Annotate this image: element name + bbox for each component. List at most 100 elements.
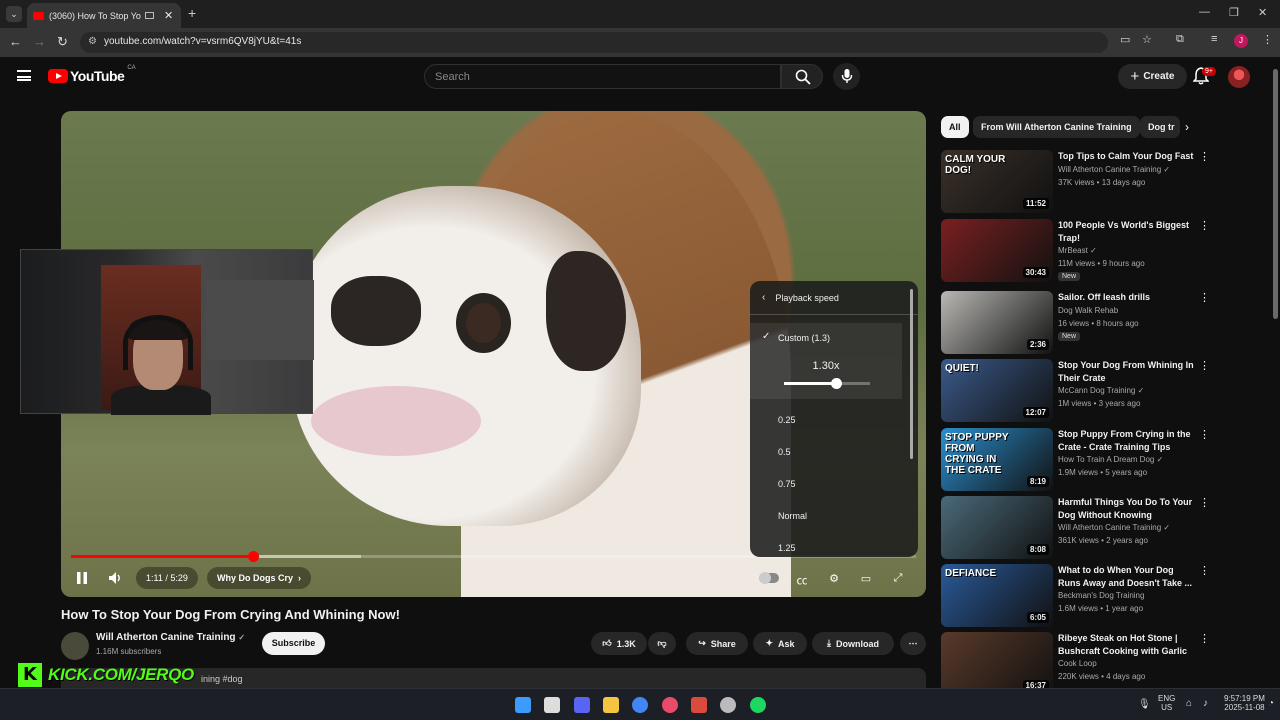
start-icon[interactable]	[515, 697, 531, 713]
search-icon[interactable]	[544, 697, 560, 713]
chapter-button[interactable]: Why Do Dogs Cry ›	[207, 567, 312, 589]
recommended-title[interactable]: Top Tips to Calm Your Dog Fast	[1058, 150, 1196, 163]
video-thumbnail[interactable]: 2:36	[941, 291, 1053, 354]
recommended-video[interactable]: DEFIANCE 6:05 What to do When Your Dog Run…	[941, 564, 1221, 628]
tab-close-icon[interactable]: ✕	[164, 9, 173, 22]
like-button[interactable]: 👍︎ 1.3K	[591, 632, 647, 655]
recommended-video[interactable]: 2:36 Sailor. Off leash drills Dog Walk Reh…	[941, 291, 1221, 355]
recommended-video[interactable]: STOP PUPPY FROM CRYING IN THE CRATE 8:19 S…	[941, 428, 1221, 492]
recommended-channel[interactable]: How To Train A Dream Dog ✓	[1058, 455, 1163, 464]
subscribe-button[interactable]: Subscribe	[262, 632, 325, 655]
volume-tray-icon[interactable]: ♪	[1203, 698, 1208, 709]
more-vertical-icon[interactable]: ⋮	[1199, 633, 1210, 645]
microphone-tray-icon[interactable]: 🎙︎	[1138, 699, 1151, 710]
video-thumbnail[interactable]: DEFIANCE 6:05	[941, 564, 1053, 627]
media-app-icon[interactable]	[691, 697, 707, 713]
more-vertical-icon[interactable]: ⋮	[1199, 360, 1210, 372]
site-info-icon[interactable]: ⚙	[88, 36, 100, 48]
recommended-title[interactable]: Sailor. Off leash drills	[1058, 291, 1196, 304]
settings-gear-icon[interactable]: ⚙	[826, 572, 842, 585]
video-thumbnail[interactable]: QUIET! 12:07	[941, 359, 1053, 422]
recommended-title[interactable]: Stop Your Dog From Whining In Their Crat…	[1058, 359, 1196, 385]
video-thumbnail[interactable]: CALM YOUR DOG! 11:52	[941, 150, 1053, 213]
more-vertical-icon[interactable]: ⋮	[1199, 220, 1210, 232]
fullscreen-icon[interactable]: ⤢	[890, 572, 906, 585]
spotify-icon[interactable]	[750, 697, 766, 713]
recommended-channel[interactable]: Beckman's Dog Training	[1058, 591, 1144, 600]
language-indicator[interactable]: ENG US	[1158, 694, 1175, 712]
forward-arrow-icon[interactable]: →	[33, 34, 46, 49]
ask-button[interactable]: ✦ Ask	[753, 632, 807, 655]
browser-menu-icon[interactable]: ⋮	[1262, 33, 1273, 46]
chevron-left-icon[interactable]: ‹	[762, 292, 765, 303]
menu-icon[interactable]	[17, 70, 31, 81]
chip-all[interactable]: All	[941, 116, 969, 138]
speed-menu-header[interactable]: ‹ Playback speed	[750, 281, 918, 315]
recommended-video[interactable]: 30:43 100 People Vs World's Biggest Trap!…	[941, 219, 1221, 283]
speed-option[interactable]: Normal	[778, 511, 807, 521]
dislike-button[interactable]: 👎︎	[648, 632, 676, 655]
channel-name[interactable]: Will Atherton Canine Training ✓	[96, 632, 245, 643]
clock[interactable]: 9:57:19 PM 2025-11-08	[1224, 694, 1265, 712]
chrome-profile-icon[interactable]	[662, 697, 678, 713]
recommended-channel[interactable]: Will Atherton Canine Training ✓	[1058, 165, 1170, 174]
new-tab-button[interactable]: +	[188, 5, 196, 21]
extensions-icon[interactable]: ⧉	[1176, 33, 1184, 46]
speed-option[interactable]: 0.5	[778, 447, 791, 457]
recommended-channel[interactable]: MrBeast ✓	[1058, 246, 1097, 255]
close-window-button[interactable]: ✕	[1258, 6, 1267, 19]
obs-icon[interactable]	[720, 697, 736, 713]
recommended-title[interactable]: 100 People Vs World's Biggest Trap!	[1058, 219, 1196, 245]
more-vertical-icon[interactable]: ⋮	[1199, 497, 1210, 509]
chevron-right-icon[interactable]: ›	[1185, 120, 1189, 134]
recommended-video[interactable]: CALM YOUR DOG! 11:52 Top Tips to Calm Your…	[941, 150, 1221, 214]
speed-slider[interactable]	[784, 378, 870, 389]
chrome-icon[interactable]	[632, 697, 648, 713]
video-thumbnail[interactable]: 8:08	[941, 496, 1053, 559]
more-actions-button[interactable]: ⋯	[900, 632, 926, 655]
search-input[interactable]: Search	[424, 64, 781, 89]
scrubber-handle[interactable]	[248, 551, 260, 562]
volume-icon[interactable]	[108, 571, 124, 585]
back-arrow-icon[interactable]: ←	[9, 34, 22, 49]
video-thumbnail[interactable]: STOP PUPPY FROM CRYING IN THE CRATE 8:19	[941, 428, 1053, 491]
address-bar[interactable]: ⚙ youtube.com/watch?v=vsrm6QV8jYU&t=41s	[80, 32, 1108, 53]
account-avatar[interactable]	[1228, 66, 1250, 88]
more-vertical-icon[interactable]: ⋮	[1199, 151, 1210, 163]
more-vertical-icon[interactable]: ⋮	[1199, 565, 1210, 577]
speed-menu-scrollbar[interactable]	[910, 289, 913, 459]
chip-dog-training[interactable]: Dog tr	[1140, 116, 1180, 138]
recommended-video[interactable]: 16:37 Ribeye Steak on Hot Stone | Bushcra…	[941, 632, 1221, 696]
create-button[interactable]: + Create	[1118, 64, 1187, 89]
download-button[interactable]: ⤓ Download	[812, 632, 894, 655]
recommended-title[interactable]: What to do When Your Dog Runs Away and D…	[1058, 564, 1196, 590]
miniplayer-icon[interactable]: ▭	[858, 572, 874, 585]
recommended-video[interactable]: QUIET! 12:07 Stop Your Dog From Whining In…	[941, 359, 1221, 423]
search-button[interactable]	[781, 64, 823, 89]
speed-option[interactable]: 1.25	[778, 543, 796, 553]
recommended-title[interactable]: Stop Puppy From Crying in the Crate - Cr…	[1058, 428, 1196, 454]
chip-from-channel[interactable]: From Will Atherton Canine Training	[973, 116, 1140, 138]
pause-icon[interactable]	[76, 571, 88, 585]
reload-icon[interactable]: ↻	[57, 34, 68, 50]
page-scrollbar[interactable]	[1270, 57, 1280, 688]
scrollbar-thumb[interactable]	[1273, 69, 1278, 319]
recommended-title[interactable]: Ribeye Steak on Hot Stone | Bushcraft Co…	[1058, 632, 1196, 659]
share-button[interactable]: ↪ Share	[686, 632, 748, 655]
notification-center-icon[interactable]: ◔	[1268, 698, 1274, 709]
recommended-channel[interactable]: Will Atherton Canine Training ✓	[1058, 523, 1170, 532]
recommended-title[interactable]: Harmful Things You Do To Your Dog Withou…	[1058, 496, 1196, 522]
custom-speed-option[interactable]: ✓ Custom (1.3) 1.30x	[750, 323, 902, 399]
bookmark-star-icon[interactable]: ☆	[1142, 33, 1152, 46]
recommended-channel[interactable]: Dog Walk Rehab	[1058, 306, 1118, 315]
autoplay-toggle[interactable]	[759, 572, 779, 584]
file-explorer-icon[interactable]	[603, 697, 619, 713]
browser-tab[interactable]: (3060) How To Stop Your Do ✕	[27, 3, 181, 28]
voice-search-button[interactable]	[833, 63, 860, 90]
minimize-button[interactable]: —	[1199, 6, 1210, 18]
speed-option[interactable]: 0.25	[778, 415, 796, 425]
captions-icon[interactable]: ㏄	[794, 572, 810, 588]
video-thumbnail[interactable]: 30:43	[941, 219, 1053, 282]
youtube-logo[interactable]: YouTube CA	[48, 65, 136, 84]
discord-icon[interactable]	[574, 697, 590, 713]
